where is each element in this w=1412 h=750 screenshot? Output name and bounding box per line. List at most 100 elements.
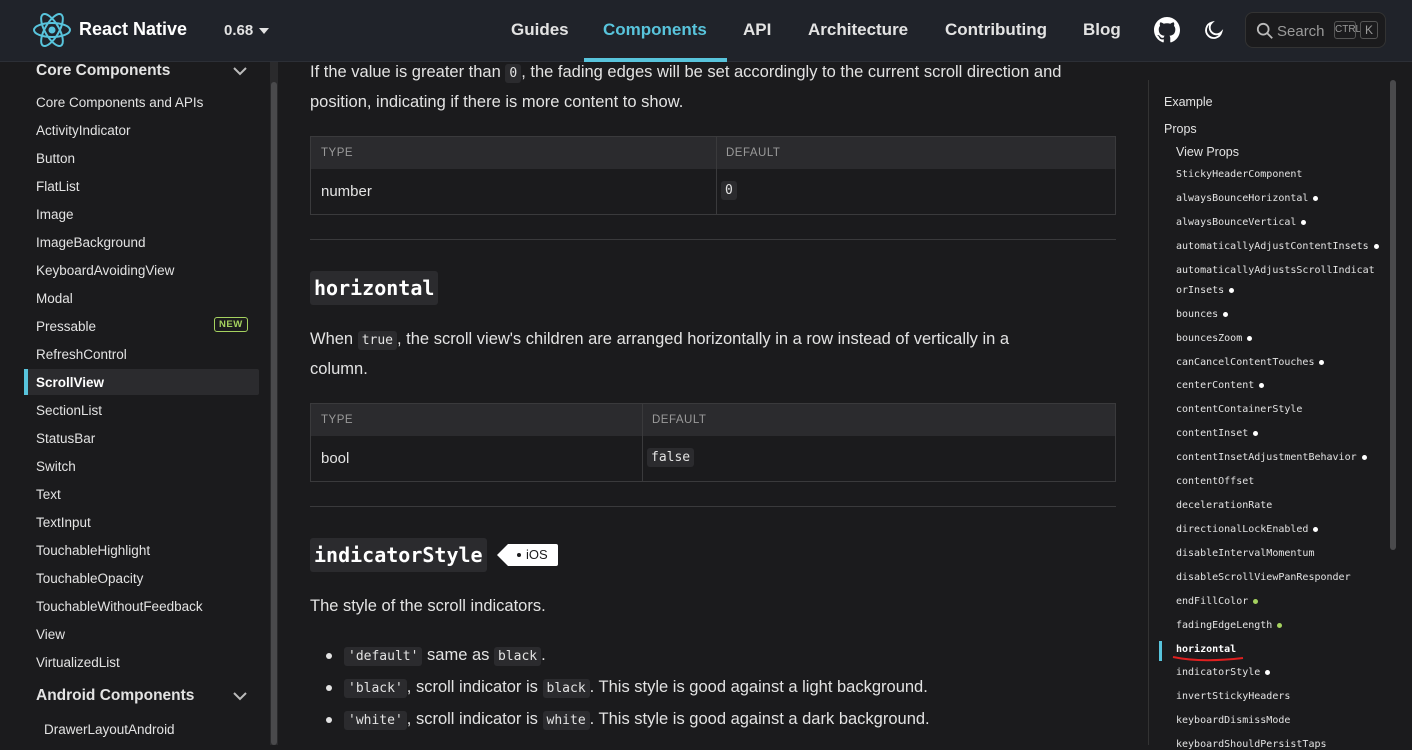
prop-heading-horizontal[interactable]: horizontal bbox=[310, 271, 439, 305]
toc-link-item[interactable]: disableScrollViewPanResponder bbox=[1176, 572, 1351, 583]
sidebar-item-statusbar[interactable]: StatusBar bbox=[36, 431, 95, 446]
table-header-type: TYPE bbox=[321, 147, 354, 159]
main-content: If the value is greater than 0, the fadi… bbox=[278, 62, 1148, 745]
sidebar-item-modal[interactable]: Modal bbox=[36, 291, 73, 306]
toc-link-item[interactable]: centerContent bbox=[1176, 380, 1265, 391]
table-header-default: DEFAULT bbox=[652, 414, 707, 426]
section-divider bbox=[310, 239, 1116, 240]
ios-dot-icon bbox=[1301, 219, 1307, 225]
sidebar-group-core-components[interactable]: Core Components bbox=[36, 62, 170, 80]
brand-title[interactable]: React Native bbox=[79, 19, 187, 40]
sidebar-item-view[interactable]: View bbox=[36, 627, 65, 642]
toc-link-label: alwaysBounceHorizontal bbox=[1176, 193, 1309, 204]
table-header-row: TYPE DEFAULT bbox=[311, 404, 1115, 436]
sidebar-active-bar bbox=[24, 369, 28, 395]
horizontal-text-c: column. bbox=[310, 360, 368, 378]
toc-link-item[interactable]: canCancelContentTouches bbox=[1176, 357, 1325, 368]
intro-text-b: , the fading edges will be set according… bbox=[521, 63, 1062, 81]
search-icon bbox=[1256, 22, 1273, 39]
toc-link-item[interactable]: disableIntervalMomentum bbox=[1176, 548, 1314, 559]
sidebar-item-keyboardavoidingview[interactable]: KeyboardAvoidingView bbox=[36, 263, 174, 278]
inline-code: black bbox=[493, 647, 542, 666]
toc-link-label: fadingEdgeLength bbox=[1176, 620, 1273, 631]
toc-link-item[interactable]: orInsets bbox=[1176, 285, 1235, 296]
section-divider bbox=[310, 506, 1116, 507]
sidebar-item-sectionlist[interactable]: SectionList bbox=[36, 403, 102, 418]
toc-link-label: automaticallyAdjustContentInsets bbox=[1176, 241, 1369, 252]
toc-link-item[interactable]: endFillColor bbox=[1176, 596, 1259, 607]
toc-link-example[interactable]: Example bbox=[1164, 95, 1213, 109]
toc-link-item[interactable]: bounces bbox=[1176, 309, 1229, 320]
toc-link-item[interactable]: contentInset bbox=[1176, 428, 1259, 439]
dark-mode-toggle-icon[interactable] bbox=[1203, 19, 1225, 41]
prop-heading-indicatorstyle[interactable]: indicatorStyle bbox=[310, 538, 487, 572]
nav-link-blog[interactable]: Blog bbox=[1083, 20, 1121, 40]
nav-link-contributing[interactable]: Contributing bbox=[945, 20, 1047, 40]
sidebar-item-flatlist[interactable]: FlatList bbox=[36, 179, 80, 194]
list-item-tail: . This style is good against a dark back… bbox=[589, 710, 930, 728]
toc-link-label: bouncesZoom bbox=[1176, 333, 1243, 344]
toc-link-props[interactable]: Props bbox=[1164, 122, 1197, 136]
sidebar-item-switch[interactable]: Switch bbox=[36, 459, 76, 474]
sidebar-item-activityindicator[interactable]: ActivityIndicator bbox=[36, 123, 131, 138]
toc-link-item[interactable]: alwaysBounceHorizontal bbox=[1176, 193, 1319, 204]
list-item-text: , scroll indicator is bbox=[406, 678, 543, 696]
toc-link-item[interactable]: automaticallyAdjustsScrollIndicat bbox=[1176, 265, 1375, 276]
sidebar-item-touchableopacity[interactable]: TouchableOpacity bbox=[36, 571, 143, 586]
list-item-tail: . bbox=[541, 646, 546, 664]
chevron-down-icon[interactable] bbox=[233, 66, 247, 76]
toc-link-item[interactable]: alwaysBounceVertical bbox=[1176, 217, 1307, 228]
kbd-k: K bbox=[1360, 21, 1378, 39]
toc-link-label: invertStickyHeaders bbox=[1176, 691, 1291, 702]
toc-link-item[interactable]: automaticallyAdjustContentInsets bbox=[1176, 241, 1379, 252]
toc-link-item[interactable]: indicatorStyle bbox=[1176, 667, 1271, 678]
toc-link-label: contentInset bbox=[1176, 428, 1249, 439]
toc-link-item[interactable]: contentInsetAdjustmentBehavior bbox=[1176, 452, 1367, 463]
inline-code: white bbox=[542, 711, 590, 730]
react-logo-icon[interactable] bbox=[32, 11, 72, 49]
sidebar-item-text[interactable]: Text bbox=[36, 487, 61, 502]
toc-link-item[interactable]: contentOffset bbox=[1176, 476, 1254, 487]
nav-link-architecture[interactable]: Architecture bbox=[808, 20, 908, 40]
sidebar-item-virtualizedlist[interactable]: VirtualizedList bbox=[36, 655, 120, 670]
toc-link-label: bounces bbox=[1176, 309, 1219, 320]
sidebar-item-touchablehighlight[interactable]: TouchableHighlight bbox=[36, 543, 150, 558]
sidebar-item-imagebackground[interactable]: ImageBackground bbox=[36, 235, 146, 250]
sidebar-scrollbar-thumb[interactable] bbox=[271, 82, 277, 745]
toc-link-item[interactable]: invertStickyHeaders bbox=[1176, 691, 1290, 702]
kbd-ctrl: CTRL bbox=[1334, 21, 1361, 39]
sidebar-item-textinput[interactable]: TextInput bbox=[36, 515, 91, 530]
toc-link-label: contentContainerStyle bbox=[1176, 404, 1303, 415]
toc-link-view-props[interactable]: View Props bbox=[1176, 145, 1239, 159]
sidebar-item-image[interactable]: Image bbox=[36, 207, 74, 222]
inline-code: true bbox=[357, 331, 397, 350]
chevron-down-icon[interactable] bbox=[233, 691, 247, 701]
sidebar-item-scrollview[interactable]: ScrollView bbox=[36, 375, 104, 390]
sidebar-item-refreshcontrol[interactable]: RefreshControl bbox=[36, 347, 127, 362]
version-dropdown[interactable]: 0.68 bbox=[224, 22, 270, 39]
nav-link-guides[interactable]: Guides bbox=[511, 20, 569, 40]
sidebar-item-touchablewithoutfeedback[interactable]: TouchableWithoutFeedback bbox=[36, 599, 203, 614]
sidebar-item-core-components-and-apis[interactable]: Core Components and APIs bbox=[36, 95, 203, 110]
github-icon[interactable] bbox=[1154, 17, 1180, 43]
toc-scrollbar-thumb[interactable] bbox=[1390, 80, 1396, 550]
nav-link-components[interactable]: Components bbox=[603, 20, 707, 40]
default-value-code: false bbox=[647, 448, 695, 467]
sidebar-item-drawerlayoutandroid[interactable]: DrawerLayoutAndroid bbox=[44, 722, 175, 737]
nav-link-api[interactable]: API bbox=[743, 20, 771, 40]
sidebar-item-button[interactable]: Button bbox=[36, 151, 75, 166]
toc-link-item[interactable]: fadingEdgeLength bbox=[1176, 620, 1283, 631]
table-row: number 0 bbox=[311, 169, 1115, 214]
sidebar-group-android-components[interactable]: Android Components bbox=[36, 687, 194, 705]
inline-code: black bbox=[542, 679, 590, 698]
toc-link-item[interactable]: contentContainerStyle bbox=[1176, 404, 1302, 415]
toc-link-item[interactable]: directionalLockEnabled bbox=[1176, 524, 1319, 535]
sidebar-item-pressable[interactable]: Pressable bbox=[36, 319, 96, 334]
toc-link-item[interactable]: keyboardDismissMode bbox=[1176, 715, 1290, 726]
toc-link-item[interactable]: bouncesZoom bbox=[1176, 333, 1253, 344]
toc-link-item[interactable]: StickyHeaderComponent bbox=[1176, 169, 1302, 180]
toc-link-item[interactable]: decelerationRate bbox=[1176, 500, 1272, 511]
props-table-fadingedgelength: TYPE DEFAULT number 0 bbox=[310, 136, 1116, 215]
search-button[interactable]: Search CTRL K bbox=[1245, 12, 1386, 48]
list-item-text: same as bbox=[422, 646, 494, 664]
